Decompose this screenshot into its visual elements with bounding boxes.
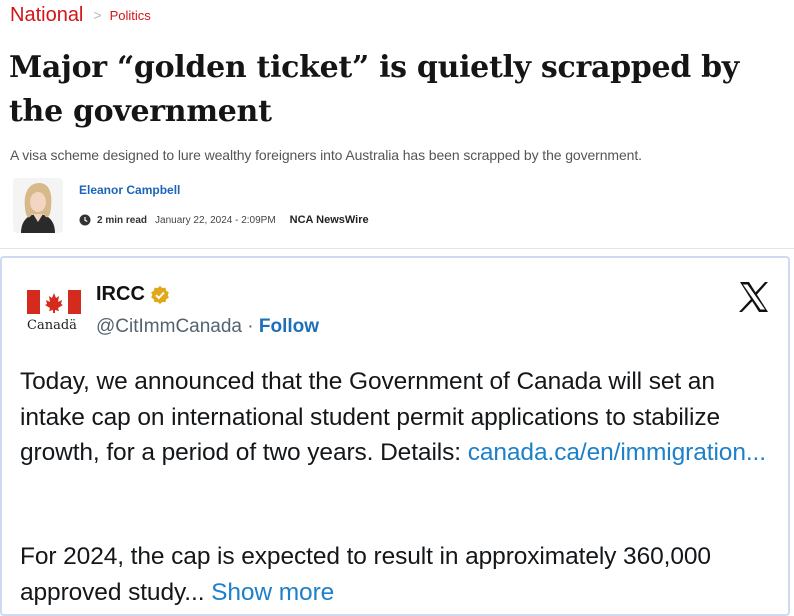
article-headline: Major “golden ticket” is quietly scrappe… [9,50,739,129]
tweet-account-name[interactable]: IRCC [96,283,170,306]
canada-flag-icon [27,290,81,314]
article-meta: 2 min read January 22, 2024 - 2:09PM NCA… [79,214,369,226]
separator-dot: · [242,316,259,337]
publish-date: January 22, 2024 - 2:09PM [155,214,276,226]
breadcrumb-politics-link[interactable]: Politics [110,8,151,23]
tweet-link[interactable]: canada.ca/en/immigration... [468,439,766,466]
follow-button[interactable]: Follow [259,316,319,337]
read-time: 2 min read [97,214,148,226]
clock-icon [79,214,91,226]
article-standfirst: A visa scheme designed to lure wealthy f… [10,147,642,163]
account-name-text: IRCC [96,283,145,305]
tweet-body-paragraph-2: For 2024, the cap is expected to result … [20,539,785,610]
chevron-right-icon: > [93,7,102,23]
author-name-link[interactable]: Eleanor Campbell [79,183,180,197]
breadcrumb: National > Politics [10,4,151,26]
breadcrumb-national-link[interactable]: National [10,4,83,27]
tweet-handle-line: @CitImmCanada · Follow [96,316,319,338]
verified-badge-icon [150,285,169,304]
tweet-body-paragraph-1: Today, we announced that the Government … [20,364,785,471]
author-avatar[interactable] [13,178,63,233]
tweet-handle[interactable]: @CitImmCanada [96,316,242,337]
divider [0,248,794,249]
show-more-link[interactable]: Show more [211,579,334,606]
canada-wordmark: Canadä [27,318,77,333]
article-source: NCA NewsWire [289,214,369,226]
tweet-text-2: For 2024, the cap is expected to result … [20,543,711,606]
x-logo-icon[interactable] [737,280,771,314]
